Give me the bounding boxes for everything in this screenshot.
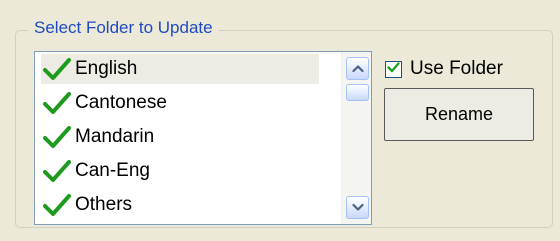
green-check-icon	[43, 125, 71, 149]
scroll-thumb[interactable]	[346, 84, 369, 101]
green-check-icon	[43, 193, 71, 217]
use-folder-checkbox-row[interactable]: Use Folder	[385, 57, 503, 81]
chevron-down-icon	[351, 199, 364, 217]
folder-item-label-wrap: English	[41, 54, 319, 84]
folder-item-label-wrap: Mandarin	[41, 122, 319, 152]
chevron-up-icon	[351, 60, 364, 78]
scroll-up-button[interactable]	[346, 57, 369, 80]
folder-item-label: Others	[75, 194, 133, 215]
folder-item-english[interactable]: English	[35, 52, 340, 86]
rename-button[interactable]: Rename	[384, 88, 534, 141]
scroll-down-button[interactable]	[346, 196, 369, 219]
group-title: Select Folder to Update	[28, 16, 219, 40]
folder-item-label: Mandarin	[75, 126, 155, 147]
folder-list-items: English Cantonese Mandarin Can-Eng Other…	[35, 52, 340, 224]
use-folder-checkbox[interactable]	[385, 60, 402, 78]
green-check-icon	[43, 91, 71, 115]
folder-item-label: Can-Eng	[75, 160, 150, 181]
folder-listbox[interactable]: English Cantonese Mandarin Can-Eng Other…	[34, 51, 372, 225]
folder-item-mandarin[interactable]: Mandarin	[35, 120, 340, 154]
vertical-scrollbar[interactable]	[341, 52, 371, 224]
use-folder-label: Use Folder	[410, 58, 503, 79]
folder-item-label: Cantonese	[75, 92, 167, 113]
folder-item-label: English	[75, 58, 138, 79]
folder-item-can-eng[interactable]: Can-Eng	[35, 154, 340, 188]
folder-item-others[interactable]: Others	[35, 188, 340, 222]
folder-item-label-wrap: Cantonese	[41, 88, 319, 118]
folder-item-label-wrap: Others	[41, 190, 319, 220]
checkmark-icon	[387, 60, 400, 78]
folder-item-cantonese[interactable]: Cantonese	[35, 86, 340, 120]
green-check-icon	[43, 159, 71, 183]
folder-item-label-wrap: Can-Eng	[41, 156, 319, 186]
green-check-icon	[43, 57, 71, 81]
